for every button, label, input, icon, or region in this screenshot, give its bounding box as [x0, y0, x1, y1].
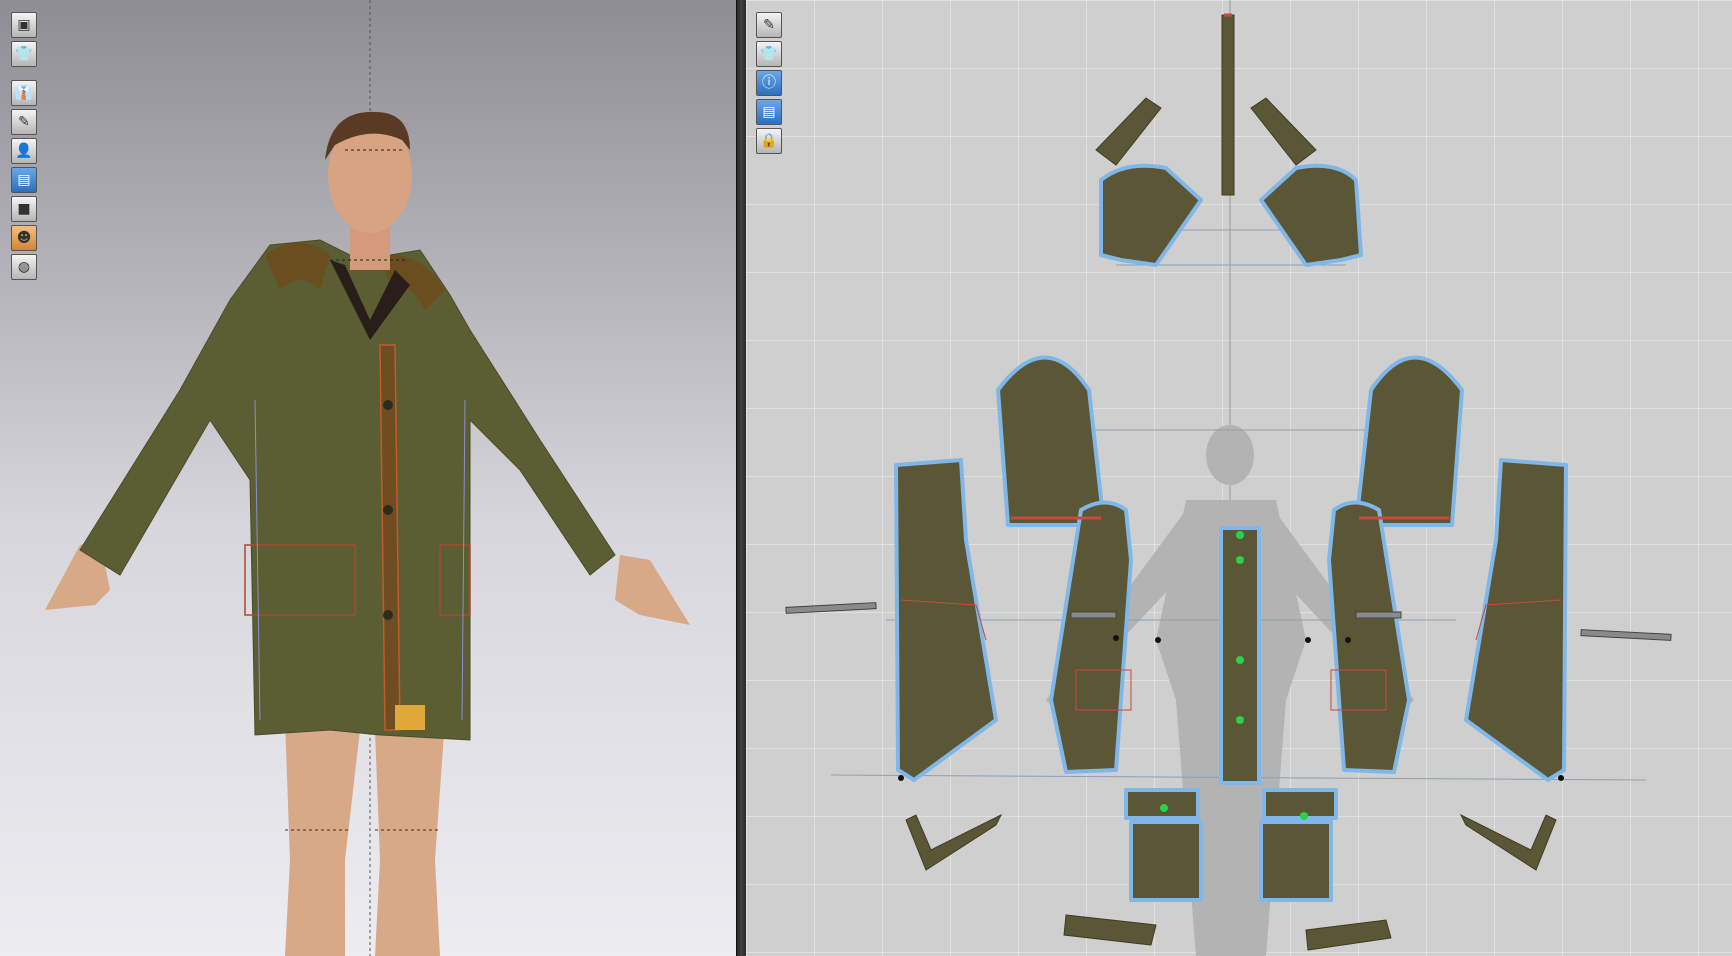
pattern-front-left — [1049, 500, 1133, 774]
coat-button — [383, 610, 393, 620]
pattern-side-left — [894, 458, 998, 782]
pattern-hem-left — [905, 813, 1003, 871]
splitter-handle[interactable] — [737, 0, 746, 956]
pattern-sleeve-left — [996, 355, 1106, 527]
pattern-side-right — [1464, 458, 1568, 782]
pattern-placket — [1219, 526, 1261, 785]
pattern-pocket-right — [1259, 820, 1333, 902]
pattern-pocket-left — [1129, 820, 1203, 902]
coat-button — [383, 505, 393, 515]
pattern-strap-left — [1095, 97, 1162, 166]
coat-button — [383, 400, 393, 410]
pattern-hood-right — [1259, 163, 1363, 267]
avatar-right-hand — [615, 555, 690, 625]
avatar-left-leg — [285, 720, 360, 956]
pattern-band-right — [1305, 919, 1392, 951]
pattern-canvas — [785, 0, 1672, 956]
pattern-sleeve-right — [1354, 355, 1464, 527]
coat-3d[interactable] — [79, 239, 616, 741]
pattern-pocket-flap-right — [1262, 788, 1338, 820]
avatar-right-leg — [375, 720, 445, 956]
pattern-pocket-flap-left — [1124, 788, 1200, 820]
pattern-hood-left — [1099, 163, 1203, 267]
3d-viewport[interactable]: ▣ 👕 👔 ✎ 👤 ▤ ■ ☻ ◍ — [0, 0, 737, 956]
placket-hem — [395, 705, 425, 730]
pattern-hem-right — [1459, 813, 1557, 871]
pattern-front-right — [1327, 500, 1411, 774]
pattern-strap-right — [1250, 97, 1317, 166]
pattern-band-left — [1063, 914, 1157, 946]
pattern-zip-strip — [1221, 14, 1235, 196]
app-window: ▣ 👕 👔 ✎ 👤 ▤ ■ ☻ ◍ ✎ 👕 ⓘ ▤ 🔒 — [0, 0, 1732, 956]
2d-pattern-window[interactable]: ✎ 👕 ⓘ ▤ 🔒 — [746, 0, 1732, 956]
3d-scene — [45, 0, 690, 956]
